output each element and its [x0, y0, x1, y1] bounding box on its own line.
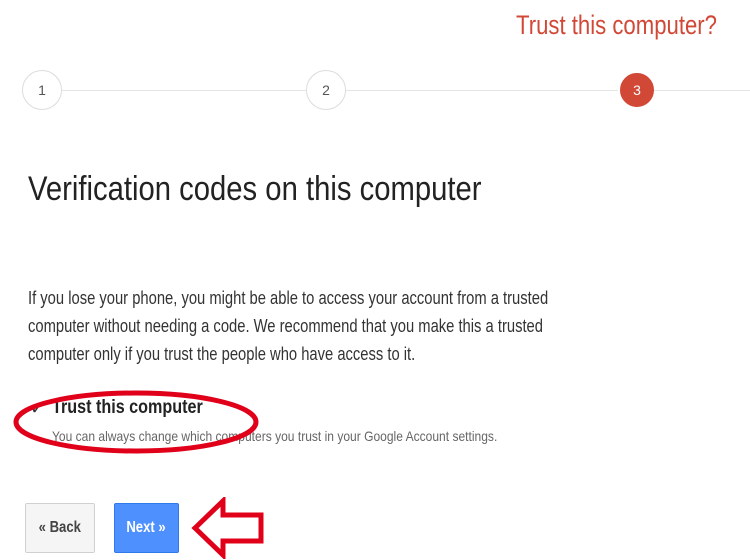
description-line: computer only if you trust the people wh… — [28, 344, 416, 364]
trust-computer-page: Trust this computer? 1 2 3 Verification … — [0, 0, 750, 560]
step-1: 1 — [22, 70, 62, 110]
progress-stepper: 1 2 3 — [0, 70, 750, 112]
description-line: If you lose your phone, you might be abl… — [28, 288, 549, 308]
next-button[interactable]: Next » — [114, 503, 179, 553]
stepper-line — [60, 90, 310, 91]
next-button-label: Next » — [126, 519, 167, 536]
annotation-ellipse — [13, 390, 259, 454]
description-line: computer without needing a code. We reco… — [28, 316, 543, 336]
stepper-line — [344, 90, 618, 91]
step-3-current: 3 — [620, 73, 654, 107]
back-button-label: « Back — [38, 519, 82, 536]
page-title: Verification codes on this computer — [28, 170, 482, 208]
red-arrow-left-icon — [191, 497, 264, 559]
step-title: Trust this computer? — [516, 10, 717, 40]
step-2: 2 — [306, 70, 346, 110]
back-button[interactable]: « Back — [25, 503, 95, 553]
stepper-line — [652, 90, 750, 91]
description: If you lose your phone, you might be abl… — [28, 284, 635, 368]
